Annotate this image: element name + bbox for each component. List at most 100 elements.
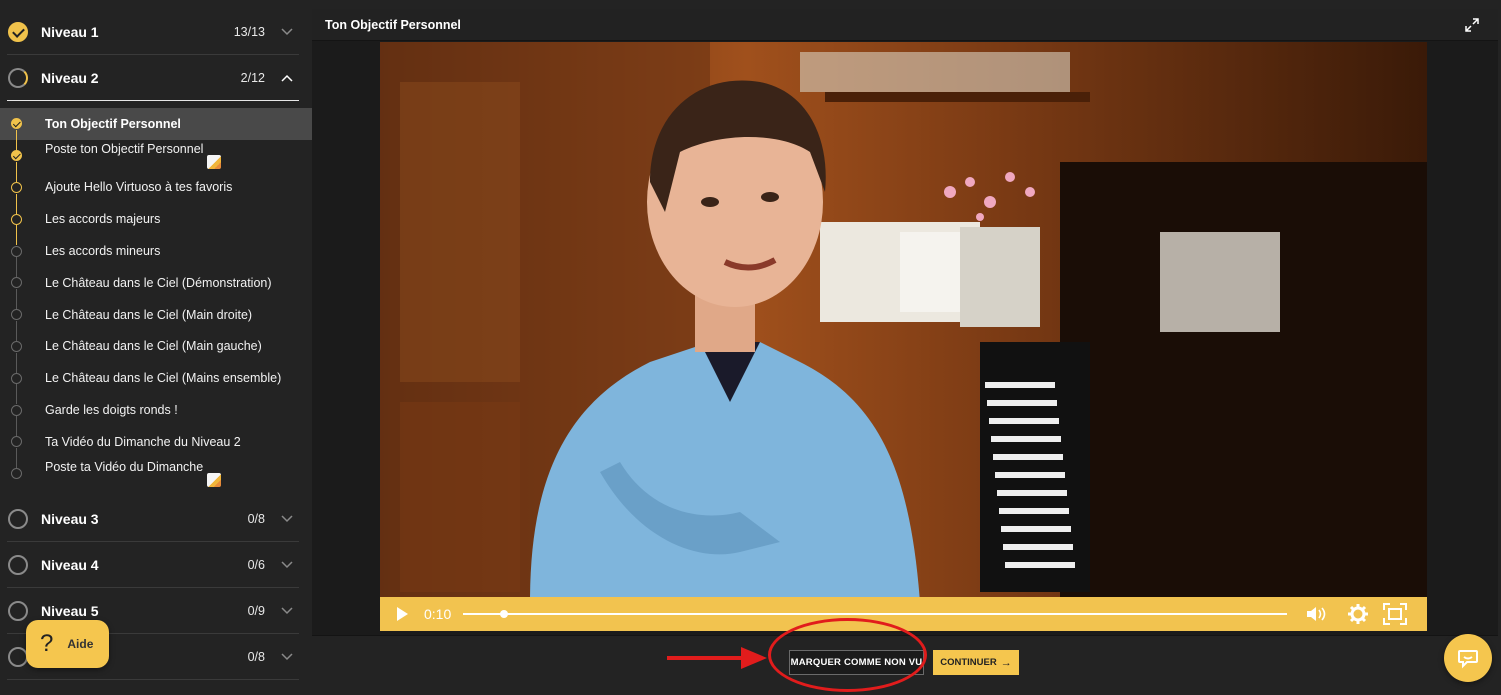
chevron-down-icon[interactable] (275, 647, 299, 667)
memo-pencil-icon: memo (207, 155, 222, 170)
timeline-connector (16, 288, 17, 309)
level-progress-ring-icon (8, 67, 28, 88)
chevron-down-icon[interactable] (275, 601, 299, 621)
video-player[interactable]: 0:10 (380, 42, 1427, 631)
lesson-actions-bar: MARQUER COMME NON VU CONTINUER → (312, 635, 1498, 691)
timeline-connector (16, 352, 17, 373)
level-progress-count: 13/13 (233, 24, 265, 39)
lesson-todo-icon (11, 372, 22, 384)
lesson-item[interactable]: Les accords majeurs (0, 203, 312, 246)
chevron-down-icon[interactable] (275, 555, 299, 575)
lesson-title: Ta Vidéo du Dimanche du Niveau 2 (45, 434, 241, 449)
chevron-down-icon[interactable] (275, 22, 299, 42)
lesson-todo-icon (11, 340, 22, 352)
settings-gear-icon[interactable] (1347, 603, 1369, 625)
fullscreen-icon[interactable] (1383, 603, 1408, 625)
lesson-item[interactable]: Poste ta Vidéo du Dimanchememo (0, 458, 312, 490)
level-title: Niveau 2 (41, 69, 99, 86)
lesson-title: Garde les doigts ronds ! (45, 403, 178, 418)
level-title: Niveau 3 (41, 510, 99, 527)
main-panel: Ton Objectif Personnel 0:10 MARQUER COMM… (312, 9, 1498, 691)
timeline-connector (16, 161, 17, 182)
lesson-title: Le Château dans le Ciel (Main gauche) (45, 339, 262, 354)
mark-as-unseen-button[interactable]: MARQUER COMME NON VU (789, 650, 924, 675)
level-progress-count: 0/9 (247, 603, 265, 618)
lesson-title: Le Château dans le Ciel (Mains ensemble) (45, 371, 282, 386)
lesson-title: Poste ta Vidéo du Dimanchememo (45, 460, 222, 488)
content-header: Ton Objectif Personnel (312, 9, 1498, 41)
lesson-title: Les accords majeurs (45, 212, 161, 227)
video-frame-image (380, 42, 1427, 602)
lesson-item[interactable]: Le Château dans le Ciel (Mains ensemble) (0, 362, 312, 405)
lesson-item[interactable]: Ta Vidéo du Dimanche du Niveau 2 (0, 426, 312, 468)
lesson-complete-icon (11, 150, 22, 162)
lesson-title: Ton Objectif Personnel (45, 116, 181, 131)
level-row-3[interactable]: Niveau 3 0/8 (7, 496, 299, 542)
level-progress-count: 0/8 (247, 649, 265, 664)
level-row-2[interactable]: Niveau 2 2/12 (7, 55, 299, 101)
lesson-item[interactable]: Garde les doigts ronds ! (0, 394, 312, 437)
level-progress-count: 0/8 (247, 511, 265, 526)
lesson-todo-icon (11, 468, 22, 480)
video-current-time: 0:10 (424, 606, 452, 622)
lesson-title: Ajoute Hello Virtuoso à tes favoris (45, 180, 233, 195)
lesson-item-active[interactable]: Ton Objectif Personnel (0, 108, 312, 150)
timeline-connector (16, 416, 17, 437)
chevron-up-icon[interactable] (275, 68, 299, 88)
level-title: Niveau 1 (41, 23, 99, 40)
continue-label: CONTINUER (940, 657, 997, 668)
chevron-down-icon[interactable] (275, 509, 299, 529)
lesson-title-text: Poste ta Vidéo du Dimanche (45, 460, 204, 475)
timeline-connector (16, 447, 17, 468)
level-progress-count: 2/12 (240, 70, 265, 85)
timeline-connector (16, 225, 17, 246)
level-todo-icon (8, 646, 28, 667)
continue-button[interactable]: CONTINUER → (933, 650, 1019, 675)
level-title: Niveau 5 (41, 602, 99, 619)
chat-bubble-icon (1458, 650, 1478, 669)
lesson-seen-icon (11, 181, 22, 193)
lesson-item[interactable]: Poste ton Objectif Personnelmemo (0, 140, 312, 182)
expand-icon[interactable] (1464, 17, 1480, 33)
video-progress-knob[interactable] (500, 610, 509, 618)
lesson-todo-icon (11, 277, 22, 289)
app-root: Niveau 1 13/13 Niveau 2 2/12 Ton Objecti… (0, 0, 1501, 695)
timeline-connector (16, 257, 17, 278)
lesson-todo-icon (11, 404, 22, 416)
level-complete-icon (8, 21, 28, 42)
timeline-connector (16, 384, 17, 405)
lesson-title: Poste ton Objectif Personnelmemo (45, 142, 222, 170)
lesson-complete-icon (11, 118, 22, 130)
lesson-item[interactable]: Le Château dans le Ciel (Main droite) (0, 299, 312, 341)
chat-support-button[interactable] (1444, 634, 1492, 682)
level-title: Niveau 4 (41, 556, 99, 573)
lesson-item[interactable]: Le Château dans le Ciel (Démonstration) (0, 267, 312, 309)
timeline-connector (16, 193, 17, 214)
lesson-title-text: Poste ton Objectif Personnel (45, 142, 204, 157)
level-todo-icon (8, 554, 28, 575)
lesson-item[interactable]: Ajoute Hello Virtuoso à tes favoris (0, 172, 312, 214)
lesson-todo-icon (11, 436, 22, 448)
timeline-connector (16, 130, 17, 150)
video-progress-bar[interactable] (463, 610, 1288, 618)
lesson-seen-icon (11, 213, 22, 225)
lesson-list: Ton Objectif Personnel Poste ton Objecti… (0, 108, 312, 490)
arrow-right-icon: → (1000, 656, 1012, 669)
lesson-item[interactable]: Le Château dans le Ciel (Main gauche) (0, 331, 312, 373)
video-controls: 0:10 (380, 597, 1427, 631)
timeline-connector (16, 320, 17, 341)
volume-icon[interactable] (1305, 605, 1329, 623)
level-todo-icon (8, 600, 28, 621)
level-progress-count: 0/6 (247, 557, 265, 572)
question-mark-icon: ? (40, 630, 54, 657)
sidebar: Niveau 1 13/13 Niveau 2 2/12 Ton Objecti… (0, 0, 312, 695)
lesson-item[interactable]: Les accords mineurs (0, 235, 312, 278)
lesson-todo-icon (11, 245, 22, 257)
play-icon[interactable] (394, 606, 410, 622)
help-button[interactable]: ? Aide (26, 620, 109, 668)
level-row-4[interactable]: Niveau 4 0/6 (7, 542, 299, 588)
page-title: Ton Objectif Personnel (325, 18, 461, 32)
level-todo-icon (8, 508, 28, 529)
memo-pencil-icon: memo (207, 473, 222, 488)
level-row-1[interactable]: Niveau 1 13/13 (7, 9, 299, 55)
